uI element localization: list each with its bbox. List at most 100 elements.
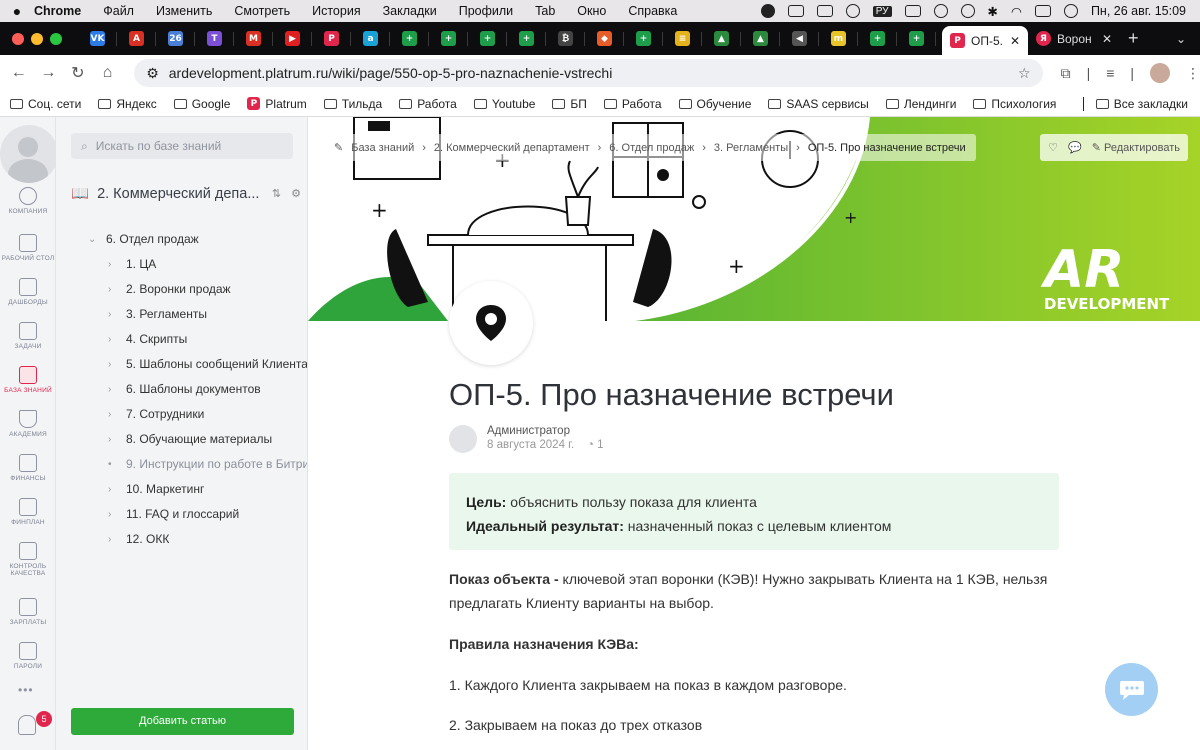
profile-avatar[interactable] [1150,63,1171,83]
rail-item-finance[interactable]: ФИНАНСЫ [0,454,56,482]
pinned-tab[interactable]: + [468,22,507,55]
pinned-tab[interactable]: T [195,22,234,55]
pinned-tab[interactable]: m [819,22,858,55]
bookmark-folder[interactable]: Соц. сети [10,97,81,111]
pinned-tab[interactable]: ▲ [741,22,780,55]
breadcrumb-item[interactable]: 6. Отдел продаж [609,142,694,154]
tree-item[interactable]: › 1. ЦА [108,254,156,274]
bookmark-star-icon[interactable]: ☆ [1018,65,1031,82]
tree-item[interactable]: › 5. Шаблоны сообщений Клиентам [108,354,307,374]
pinned-tab[interactable]: + [624,22,663,55]
zoom-window-button[interactable] [50,32,62,45]
input-language[interactable]: РУ [872,5,892,17]
media-icon[interactable] [816,5,833,17]
cloud-icon[interactable] [787,5,804,17]
tree-item[interactable]: › 6. Шаблоны документов [108,379,261,399]
tree-section[interactable]: ⌄ 6. Отдел продаж [88,229,199,249]
edit-pencil-icon[interactable]: ✎ [334,141,343,154]
pinned-tab[interactable]: ▶ [273,22,312,55]
tree-item[interactable]: › 2. Воронки продаж [108,279,231,299]
close-tab-icon[interactable]: ✕ [1010,34,1020,48]
rail-item-passwords[interactable]: ПАРОЛИ [0,642,56,670]
rail-item-finplan[interactable]: ФИНПЛАН [0,498,56,526]
pinned-tab[interactable]: ◀ [780,22,819,55]
rail-item-desktop[interactable]: РАБОЧИЙ СТОЛ [0,234,56,262]
pinned-tab[interactable]: VK [78,22,117,55]
add-article-button[interactable]: Добавить статью [71,708,294,735]
close-window-button[interactable] [12,32,24,45]
bookmark-folder[interactable]: Обучение [678,97,751,111]
menu-file[interactable]: Файл [103,4,134,18]
link-icon[interactable] [933,4,948,18]
tab-voronki[interactable]: Я Ворон ✕ [1028,22,1120,55]
search-input[interactable]: ⌕ Искать по базе знаний [71,133,293,159]
breadcrumb-item[interactable]: База знаний [351,142,414,154]
pinned-tab[interactable]: ≡ [663,22,702,55]
tree-item[interactable]: › 4. Скрипты [108,329,187,349]
minimize-window-button[interactable] [31,32,43,45]
apple-icon[interactable]: ● [0,3,34,19]
heart-icon[interactable]: ♡ [1048,141,1058,154]
siri-icon[interactable] [1063,4,1078,18]
pinned-tab[interactable]: + [390,22,429,55]
bookmark-folder[interactable]: Психология [973,97,1056,111]
bookmark-folder[interactable]: Google [173,97,230,111]
bookmark-folder[interactable]: Работа [399,97,457,111]
site-info-icon[interactable]: ⚙ [146,65,159,82]
bookmark-folder[interactable]: Тильда [323,97,382,111]
pinned-tab[interactable]: a [351,22,390,55]
extensions-icon[interactable]: ⧉ [1061,65,1071,82]
bookmark-folder[interactable]: Работа [603,97,662,111]
kb-selector[interactable]: 📖 2. Коммерческий депа... ⇅ ⚙ [71,185,301,203]
home-button[interactable]: ⌂ [93,64,123,82]
gear-icon[interactable]: ⚙ [291,187,301,200]
more-icon[interactable]: ••• [18,683,34,697]
wifi-icon[interactable]: ◠ [1011,4,1022,19]
media-controls-icon[interactable]: ≡ [1106,65,1114,81]
tab-active[interactable]: P ОП-5. ✕ [942,26,1028,55]
sort-icon[interactable]: ⇅ [272,187,281,200]
menu-view[interactable]: Смотреть [234,4,290,18]
pinned-tab[interactable]: ◆ [585,22,624,55]
rail-item-quality-control[interactable]: КОНТРОЛЬ КАЧЕСТВА [0,542,56,577]
bookmark-folder[interactable]: Лендинги [885,97,956,111]
bookmark-folder[interactable]: БП [552,97,587,111]
tree-item[interactable]: › 3. Регламенты [108,304,207,324]
control-center-icon[interactable] [1034,5,1051,17]
rail-item-academy[interactable]: АКАДЕМИЯ [0,410,56,438]
tree-item[interactable]: › 7. Сотрудники [108,404,204,424]
menu-window[interactable]: Окно [577,4,606,18]
address-bar[interactable]: ⚙ ardevelopment.platrum.ru/wiki/page/550… [134,59,1043,87]
pinned-tab[interactable]: P [312,22,351,55]
pinned-tab[interactable]: ₿ [546,22,585,55]
back-button[interactable]: ← [4,64,34,82]
tree-item[interactable]: › 12. ОКК [108,529,169,549]
pinned-tab[interactable]: 26 [156,22,195,55]
all-bookmarks[interactable]: Все закладки [1082,96,1188,111]
battery-icon[interactable] [904,5,921,17]
pinned-tab[interactable]: A [117,22,156,55]
pinned-tab[interactable]: ▲ [702,22,741,55]
pinned-tab[interactable]: + [858,22,897,55]
tab-search-chevron-icon[interactable]: ⌄ [1176,32,1186,46]
tree-item[interactable]: › 10. Маркетинг [108,479,204,499]
tree-item[interactable]: • 9. Инструкции по работе в Битрикс [108,454,307,474]
bluetooth-icon[interactable]: ✱ [988,4,998,19]
close-tab-icon[interactable]: ✕ [1102,32,1112,46]
pinned-tab[interactable]: + [507,22,546,55]
tree-item[interactable]: › 11. FAQ и глоссарий [108,504,239,524]
bookmark-platrum[interactable]: P Platrum [247,97,307,111]
menu-help[interactable]: Справка [628,4,677,18]
chat-widget-button[interactable] [1105,663,1158,716]
rail-item-company[interactable]: КОМПАНИЯ [0,187,56,215]
bookmark-folder[interactable]: SAAS сервисы [768,97,869,111]
play-circle-icon[interactable] [960,4,975,18]
comment-icon[interactable]: 💬 [1068,141,1082,154]
bookmark-folder[interactable]: Яндекс [98,97,157,111]
breadcrumb-item[interactable]: 2. Коммерческий департамент [434,142,590,154]
menu-tab[interactable]: Tab [535,4,555,18]
rail-item-tasks[interactable]: ЗАДАЧИ [0,322,56,350]
pinned-tab[interactable]: M [234,22,273,55]
forward-button[interactable]: → [34,64,64,82]
reload-button[interactable]: ↻ [63,63,93,83]
